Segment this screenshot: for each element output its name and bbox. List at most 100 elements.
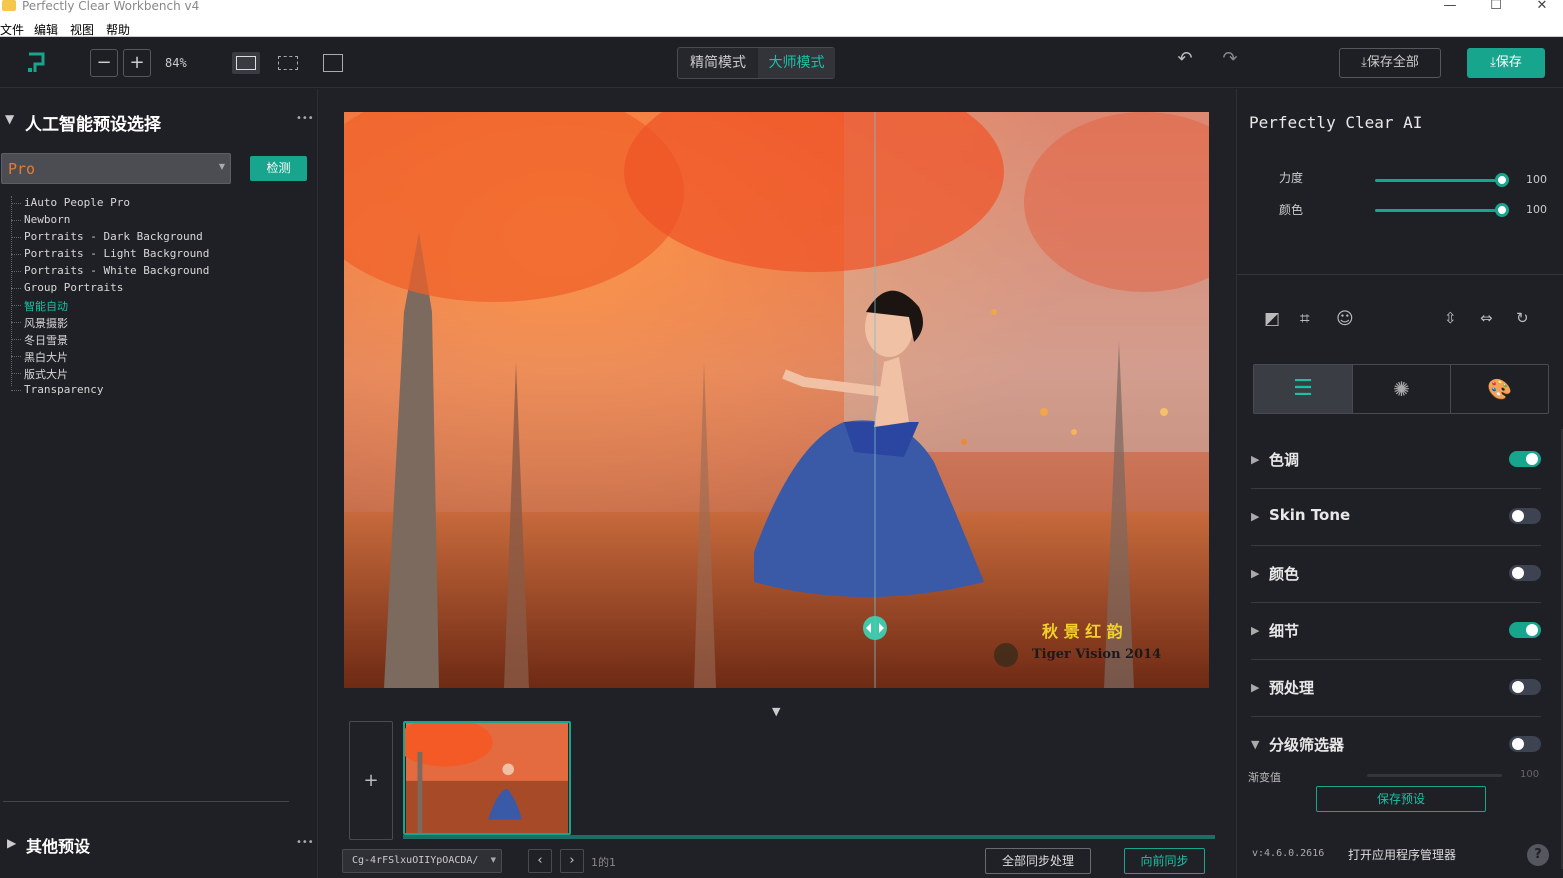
preset-item[interactable]: Portraits - Light Background — [24, 247, 209, 260]
preset-item[interactable]: 冬日雪景 — [24, 332, 68, 348]
section-label: 色调 — [1269, 451, 1300, 469]
maximize-button[interactable]: ☐ — [1476, 0, 1516, 14]
gradient-label: 渐变值 — [1248, 771, 1281, 784]
expand-right-icon[interactable]: ▶ — [1251, 681, 1259, 694]
save-preset-button[interactable]: 保存预设 — [1316, 786, 1486, 812]
tree-connector — [11, 254, 21, 255]
compare-view-icon[interactable] — [323, 54, 343, 72]
save-all-button[interactable]: ⤓保存全部 — [1339, 48, 1441, 78]
section-toggle[interactable] — [1509, 508, 1541, 524]
single-view-button[interactable] — [232, 52, 260, 74]
close-button[interactable]: ✕ — [1522, 0, 1562, 14]
photo-canvas[interactable]: 秋 景 红 韵 Tiger Vision 2014 — [344, 112, 1209, 688]
expand-right-icon[interactable]: ▶ — [1251, 510, 1259, 523]
filmstrip-scrollbar[interactable] — [403, 835, 1215, 839]
prev-image-button[interactable]: ‹ — [528, 849, 552, 873]
sync-forward-button[interactable]: 向前同步 — [1124, 848, 1205, 874]
face-icon[interactable]: ☺ — [1336, 309, 1354, 329]
right-panel: Perfectly Clear AI 力度 100 颜色 100 ◩ ⌗ ☺ ⇳… — [1236, 89, 1563, 878]
strength-slider-handle[interactable] — [1495, 173, 1509, 187]
crop-icon[interactable]: ⌗ — [1300, 309, 1310, 329]
divider — [3, 801, 289, 802]
collapse-arrow-icon[interactable]: ▼ — [5, 112, 14, 126]
ai-presets-more-icon[interactable]: ••• — [296, 113, 314, 124]
detect-button[interactable]: 检测 — [250, 156, 307, 181]
other-presets-title: 其他预设 — [26, 837, 91, 856]
redo-icon[interactable]: ↷ — [1217, 48, 1243, 74]
menu-edit[interactable]: 编辑 — [34, 21, 58, 38]
section-toggle[interactable] — [1509, 622, 1541, 638]
preset-item[interactable]: 版式大片 — [24, 366, 68, 382]
expand-arrow-icon[interactable]: ▶ — [7, 836, 16, 850]
menu-view[interactable]: 视图 — [70, 21, 94, 38]
preset-item[interactable]: Group Portraits — [24, 281, 123, 294]
preset-item[interactable]: Portraits - Dark Background — [24, 230, 203, 243]
single-view-icon — [236, 56, 256, 70]
section-row[interactable]: ▼ 分级筛选器 — [1251, 718, 1541, 774]
adjustments-tab-icon[interactable]: ☰ — [1254, 365, 1352, 413]
section-row[interactable]: ▶ Skin Tone — [1251, 490, 1541, 546]
gradient-value: 100 — [1520, 769, 1540, 780]
help-icon[interactable]: ? — [1527, 844, 1549, 866]
gradient-slider-track[interactable] — [1367, 774, 1502, 777]
sync-all-button[interactable]: 全部同步处理 — [985, 848, 1091, 874]
ai-presets-title: 人工智能预设选择 — [25, 115, 161, 135]
preset-item[interactable]: Portraits - White Background — [24, 264, 209, 277]
tree-connector — [11, 390, 21, 391]
section-row[interactable]: ▶ 色调 — [1251, 433, 1541, 489]
preset-item[interactable]: iAuto People Pro — [24, 196, 130, 209]
simple-mode-tab[interactable]: 精简模式 — [678, 48, 758, 78]
open-app-manager-link[interactable]: 打开应用程序管理器 — [1348, 846, 1456, 863]
other-presets-more-icon[interactable]: ••• — [296, 837, 314, 848]
section-toggle[interactable] — [1509, 565, 1541, 581]
preset-item[interactable]: 智能自动 — [24, 298, 68, 314]
minimize-button[interactable]: — — [1430, 0, 1470, 14]
preset-item[interactable]: Newborn — [24, 213, 70, 226]
effects-tab-icon[interactable]: ✺ — [1352, 365, 1450, 413]
section-row[interactable]: ▶ 细节 — [1251, 604, 1541, 660]
mode-switch: 精简模式 大师模式 — [677, 47, 835, 79]
expand-right-icon[interactable]: ▶ — [1251, 453, 1259, 466]
section-toggle[interactable] — [1509, 736, 1541, 752]
add-image-button[interactable]: + — [349, 721, 393, 840]
color-slider-handle[interactable] — [1495, 203, 1509, 217]
brand-logo-icon — [28, 52, 45, 72]
preset-select[interactable]: Pro ▼ — [1, 153, 231, 184]
tree-connector — [11, 322, 21, 323]
split-view-icon[interactable] — [278, 56, 298, 70]
master-mode-tab[interactable]: 大师模式 — [758, 48, 835, 78]
section-toggle[interactable] — [1509, 451, 1541, 467]
filmstrip-toggle-icon[interactable]: ▼ — [772, 705, 780, 718]
watermark-chinese: 秋 景 红 韵 — [1042, 622, 1123, 641]
color-slider-track[interactable] — [1375, 209, 1503, 212]
panel-title: Perfectly Clear AI — [1249, 113, 1423, 132]
save-button[interactable]: ⤓保存 — [1467, 48, 1545, 78]
preset-item[interactable]: Transparency — [24, 383, 103, 396]
palette-tab-icon[interactable]: 🎨 — [1450, 365, 1548, 413]
toggle-knob — [1512, 567, 1524, 579]
menu-help[interactable]: 帮助 — [106, 21, 130, 38]
section-label: 细节 — [1269, 622, 1300, 640]
strength-slider-track[interactable] — [1375, 179, 1503, 182]
preset-item[interactable]: 风景摄影 — [24, 315, 68, 331]
flip-horizontal-icon[interactable]: ⇔ — [1480, 309, 1493, 327]
next-image-button[interactable]: › — [560, 849, 584, 873]
expand-right-icon[interactable]: ▶ — [1251, 624, 1259, 637]
section-toggle[interactable] — [1509, 679, 1541, 695]
flip-vertical-icon[interactable]: ⇳ — [1444, 309, 1457, 327]
menu-file[interactable]: 文件 — [0, 21, 24, 38]
expand-down-icon[interactable]: ▼ — [1251, 738, 1259, 751]
preset-item[interactable]: 黑白大片 — [24, 349, 68, 365]
section-row[interactable]: ▶ 颜色 — [1251, 547, 1541, 603]
undo-icon[interactable]: ↶ — [1172, 48, 1198, 74]
thumbnail[interactable] — [403, 721, 571, 835]
section-label: 颜色 — [1269, 565, 1300, 583]
curves-icon[interactable]: ◩ — [1264, 309, 1280, 329]
zoom-out-button[interactable]: − — [90, 49, 118, 77]
section-row[interactable]: ▶ 预处理 — [1251, 661, 1541, 717]
rotate-icon[interactable]: ↻ — [1516, 309, 1529, 327]
zoom-in-button[interactable]: + — [123, 49, 151, 77]
toolbar: − + 84% 精简模式 大师模式 ↶ ↷ ⤓保存全部 ⤓保存 — [0, 38, 1563, 88]
file-select[interactable]: Cg-4rFSlxuOIIYpOACDA/ ▼ — [342, 849, 502, 873]
expand-right-icon[interactable]: ▶ — [1251, 567, 1259, 580]
